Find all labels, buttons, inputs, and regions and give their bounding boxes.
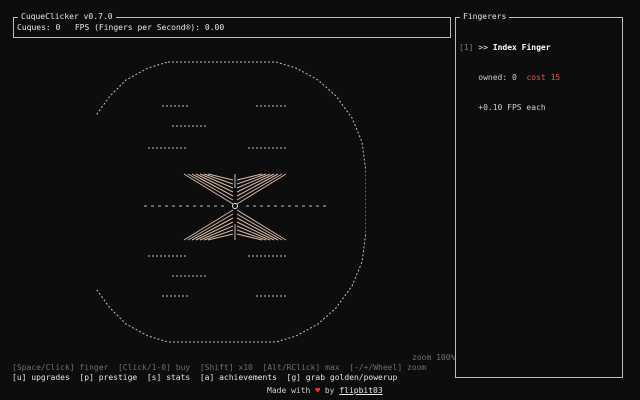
fps-value: 0.00 [204, 23, 225, 32]
upgrade-hotkey: [1] [459, 43, 474, 52]
fingerers-panel: Fingerers [1] >> Index Finger owned: 0 c… [455, 12, 623, 378]
cuque-ascii-art [96, 61, 366, 343]
upgrade-index-finger[interactable]: [1] >> Index Finger owned: 0 cost 15 +0.… [459, 23, 560, 133]
cuques-value: 0 [55, 23, 61, 32]
owned-label: owned: [478, 73, 508, 82]
header-panel: CuqueClicker v0.7.0 Cuques: 0 FPS (Finge… [13, 12, 451, 38]
heart-icon: ♥ [315, 386, 321, 395]
cost-label: cost [526, 73, 546, 82]
by-text: by [324, 386, 335, 395]
made-with-text: Made with [267, 386, 311, 395]
selection-pointer: >> [478, 43, 488, 52]
rate-text: +0.10 FPS each [478, 103, 546, 112]
credit-line: Made with ♥ by flipbit03 [267, 386, 383, 396]
cuques-label: Cuques: [17, 23, 51, 32]
stats-line: Cuques: 0 FPS (Fingers per Second®): 0.0… [17, 23, 224, 33]
cuque-click-target[interactable] [96, 52, 366, 352]
fingerers-title: Fingerers [460, 12, 510, 22]
help-line-hotkeys: [u] upgrades [p] prestige [s] stats [a] … [12, 373, 398, 382]
help-line-controls: [Space/Click] finger [Click/1-0] buy [Sh… [12, 363, 427, 372]
fps-label: FPS (Fingers per Second®): [74, 23, 201, 32]
cost-value: 15 [550, 73, 561, 82]
author-link[interactable]: flipbit03 [339, 386, 382, 395]
zoom-indicator: zoom 100% [412, 353, 456, 362]
upgrade-name: Index Finger [492, 43, 551, 52]
owned-value: 0 [512, 73, 517, 82]
app-title: CuqueClicker v0.7.0 [18, 12, 116, 22]
